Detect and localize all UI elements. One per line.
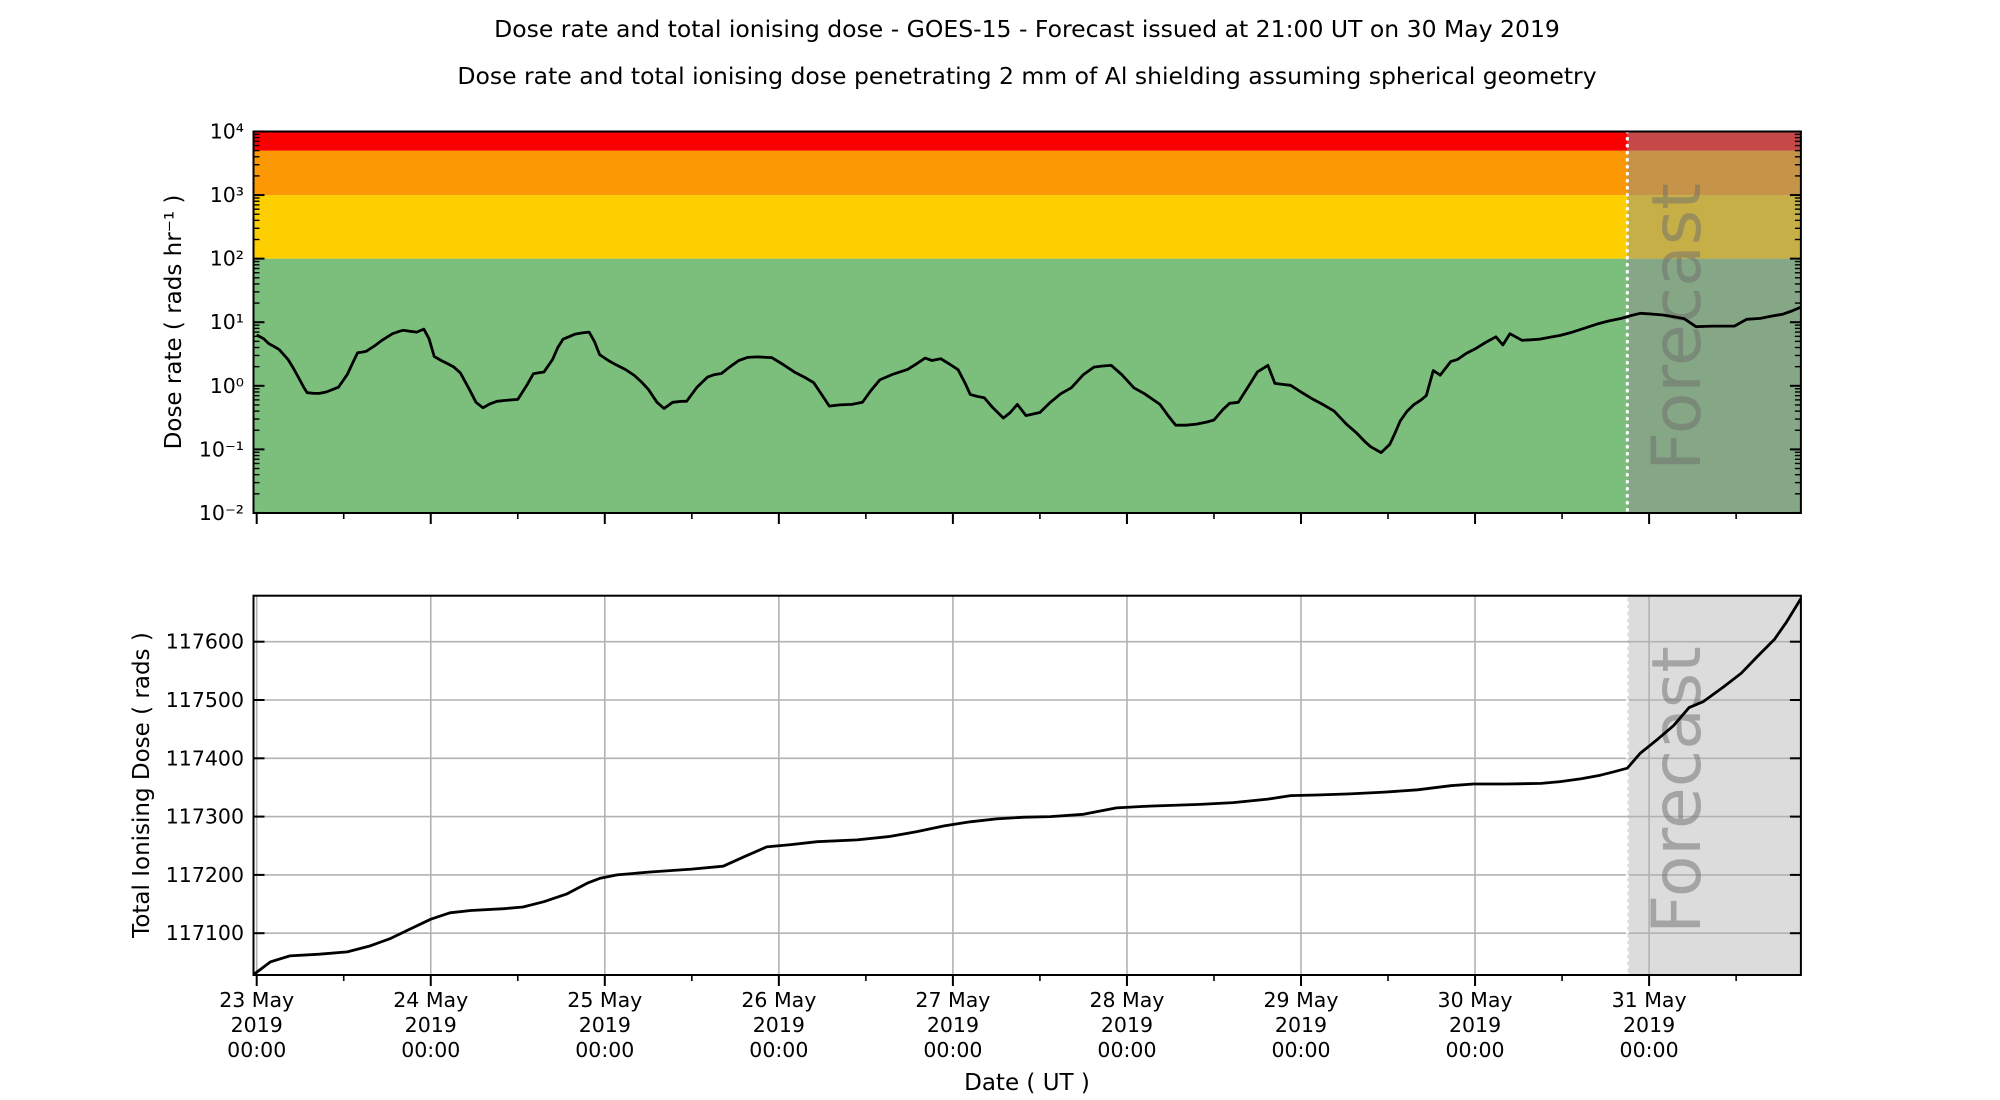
plot-border <box>252 594 1802 976</box>
x-tick-label: 31 May <box>1612 988 1687 1012</box>
date-axis-label: Date ( UT ) <box>964 1070 1090 1096</box>
y-tick-label: 117300 <box>166 805 244 829</box>
y-tick-label: 10⁴ <box>210 119 244 143</box>
x-tick-label: 2019 <box>1449 1013 1501 1037</box>
total-dose-plot-background <box>253 595 1801 975</box>
y-tick-label: 10⁰ <box>210 374 244 398</box>
x-tick-label: 00:00 <box>227 1038 286 1062</box>
dose-rate-axis-label: Dose rate ( rads hr⁻¹ ) <box>161 195 187 450</box>
x-tick-label: 00:00 <box>1097 1038 1156 1062</box>
x-tick-label: 24 May <box>393 988 468 1012</box>
x-tick-label: 29 May <box>1264 988 1339 1012</box>
chart-canvas: Dose rate and total ionising dose - GOES… <box>129 15 1803 1096</box>
x-tick-label: 30 May <box>1438 988 1513 1012</box>
dose-rate-plot-background <box>253 131 1801 513</box>
x-tick-label: 26 May <box>741 988 816 1012</box>
y-tick-label: 117500 <box>166 688 244 712</box>
x-tick-label: 00:00 <box>1446 1038 1505 1062</box>
band-red <box>253 131 1801 151</box>
y-tick-label: 10¹ <box>210 310 244 334</box>
band-orange <box>253 150 1801 196</box>
x-tick-label: 2019 <box>231 1013 283 1037</box>
x-tick-label: 2019 <box>927 1013 979 1037</box>
total-dose-line <box>252 597 1803 976</box>
x-tick-label: 2019 <box>1275 1013 1327 1037</box>
y-tick-label: 117100 <box>166 921 244 945</box>
x-tick-label: 00:00 <box>1620 1038 1679 1062</box>
x-tick-label: 2019 <box>753 1013 805 1037</box>
x-tick-label: 00:00 <box>749 1038 808 1062</box>
x-tick-label: 2019 <box>579 1013 631 1037</box>
x-tick-label: 27 May <box>915 988 990 1012</box>
x-tick-label: 23 May <box>219 988 294 1012</box>
total-dose-axis-label: Total Ionising Dose ( rads ) <box>129 632 155 939</box>
x-tick-label: 00:00 <box>923 1038 982 1062</box>
y-tick-label: 10⁻¹ <box>199 437 244 461</box>
y-tick-label: 10² <box>210 247 244 271</box>
y-tick-label: 117600 <box>166 630 244 654</box>
y-tick-label: 117200 <box>166 863 244 887</box>
x-tick-label: 2019 <box>1101 1013 1153 1037</box>
x-tick-label: 25 May <box>567 988 642 1012</box>
x-tick-label: 2019 <box>1623 1013 1675 1037</box>
total-dose-plot: 117100 117200 117300 117400 117500 117600 23 M… <box>166 594 1803 1062</box>
x-tick-label: 2019 <box>405 1013 457 1037</box>
y-tick-label: 10³ <box>210 183 244 207</box>
x-tick-label: 28 May <box>1089 988 1164 1012</box>
x-tick-label: 00:00 <box>1271 1038 1330 1062</box>
y-tick-label: 117400 <box>166 746 244 770</box>
page: Dose rate and total ionising dose - GOES… <box>0 0 2000 1100</box>
x-tick-label: 00:00 <box>401 1038 460 1062</box>
y-tick-label: 10⁻² <box>199 501 244 525</box>
band-green <box>253 258 1801 513</box>
band-yellow <box>253 195 1801 259</box>
x-tick-label: 00:00 <box>575 1038 634 1062</box>
chart-subtitle: Dose rate and total ionising dose penetr… <box>457 62 1596 90</box>
chart-title: Dose rate and total ionising dose - GOES… <box>494 15 1560 43</box>
forecast-watermark-bottom: Forecast <box>1638 646 1717 934</box>
